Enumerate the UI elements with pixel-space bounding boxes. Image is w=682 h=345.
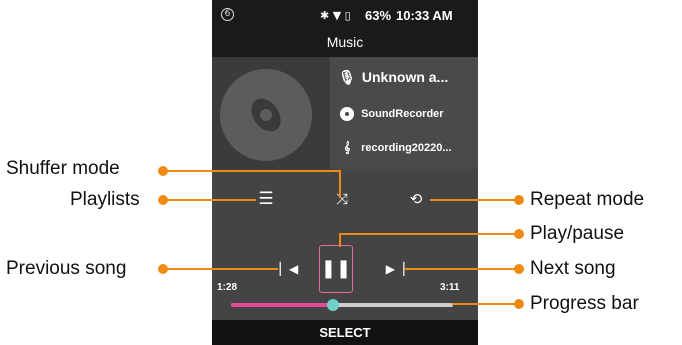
- microphone-icon: 🎙︎: [338, 70, 356, 87]
- music-note-icon: 𝄞: [343, 141, 351, 154]
- callout-repeat-line: [430, 199, 516, 201]
- album-name: SoundRecorder: [361, 107, 444, 120]
- album-row: SoundRecorder: [336, 107, 444, 121]
- progress-fill: [231, 303, 334, 307]
- callout-playlists-line: [166, 199, 256, 201]
- repeat-icon: ⟲: [409, 190, 423, 208]
- callout-shuffle-line: [166, 170, 340, 172]
- repeat-button[interactable]: ⟲: [404, 187, 428, 211]
- clock: 10:33 AM: [396, 8, 453, 23]
- callout-repeat-label: Repeat mode: [530, 189, 645, 210]
- select-softkey[interactable]: SELECT: [212, 325, 478, 340]
- battery-level: 63%: [365, 8, 392, 23]
- softkey-bar: SELECT: [212, 320, 478, 345]
- vinyl-disc-icon: [220, 69, 312, 161]
- app-title-bar: Music: [212, 30, 478, 57]
- callout-play-pause-label: Play/pause: [530, 223, 625, 244]
- shuffle-button[interactable]: ⤨: [330, 187, 354, 211]
- notification-count-icon: 6: [221, 8, 234, 21]
- callout-next-label: Next song: [530, 258, 616, 279]
- artist-row: 🎙︎ Unknown a...: [336, 69, 448, 86]
- progress-knob[interactable]: [327, 299, 340, 311]
- app-title: Music: [326, 34, 364, 50]
- file-row: 𝄞 recording20220...: [336, 141, 452, 155]
- callout-playlists-label: Playlists: [70, 189, 140, 210]
- file-name: recording20220...: [361, 141, 452, 154]
- phone-screen: 6 ✱ ▼ ▯ 63% 10:33 AM Music 🎙︎ Unknown a.…: [212, 0, 478, 345]
- callout-previous-label: Previous song: [6, 258, 127, 279]
- track-info: 🎙︎ Unknown a... SoundRecorder 𝄞 recordin…: [330, 57, 478, 169]
- playlist-button[interactable]: ☰: [254, 187, 278, 211]
- cd-icon: [340, 107, 354, 121]
- callout-next-line: [404, 268, 516, 270]
- next-icon: ▶▕: [385, 262, 405, 276]
- callout-shuffle-label: Shuffer mode: [6, 158, 120, 179]
- current-time: 1:28: [217, 282, 238, 293]
- shuffle-icon: ⤨: [335, 190, 348, 208]
- play-pause-button[interactable]: ❚❚: [319, 245, 353, 293]
- progress-bar[interactable]: [231, 299, 453, 311]
- album-art: [212, 57, 330, 169]
- total-time: 3:11: [440, 282, 460, 293]
- previous-button[interactable]: ▏◀: [278, 258, 300, 280]
- callout-progress-line: [452, 303, 516, 305]
- artist-name: Unknown a...: [361, 69, 449, 85]
- callout-play-pause-line: [340, 233, 516, 235]
- previous-icon: ▏◀: [279, 262, 299, 276]
- playlist-icon: ☰: [258, 189, 274, 209]
- disc-hole: [260, 109, 272, 121]
- callout-progress-label: Progress bar: [530, 293, 639, 314]
- callout-shuffle-connector: [339, 170, 341, 198]
- status-bar: 6 ✱ ▼ ▯ 63% 10:33 AM: [212, 0, 478, 30]
- callout-play-pause-connector: [339, 233, 341, 247]
- callout-previous-line: [166, 268, 278, 270]
- next-button[interactable]: ▶▕: [384, 258, 406, 280]
- status-icons: ✱ ▼ ▯: [320, 9, 351, 22]
- pause-icon: ❚❚: [320, 258, 352, 279]
